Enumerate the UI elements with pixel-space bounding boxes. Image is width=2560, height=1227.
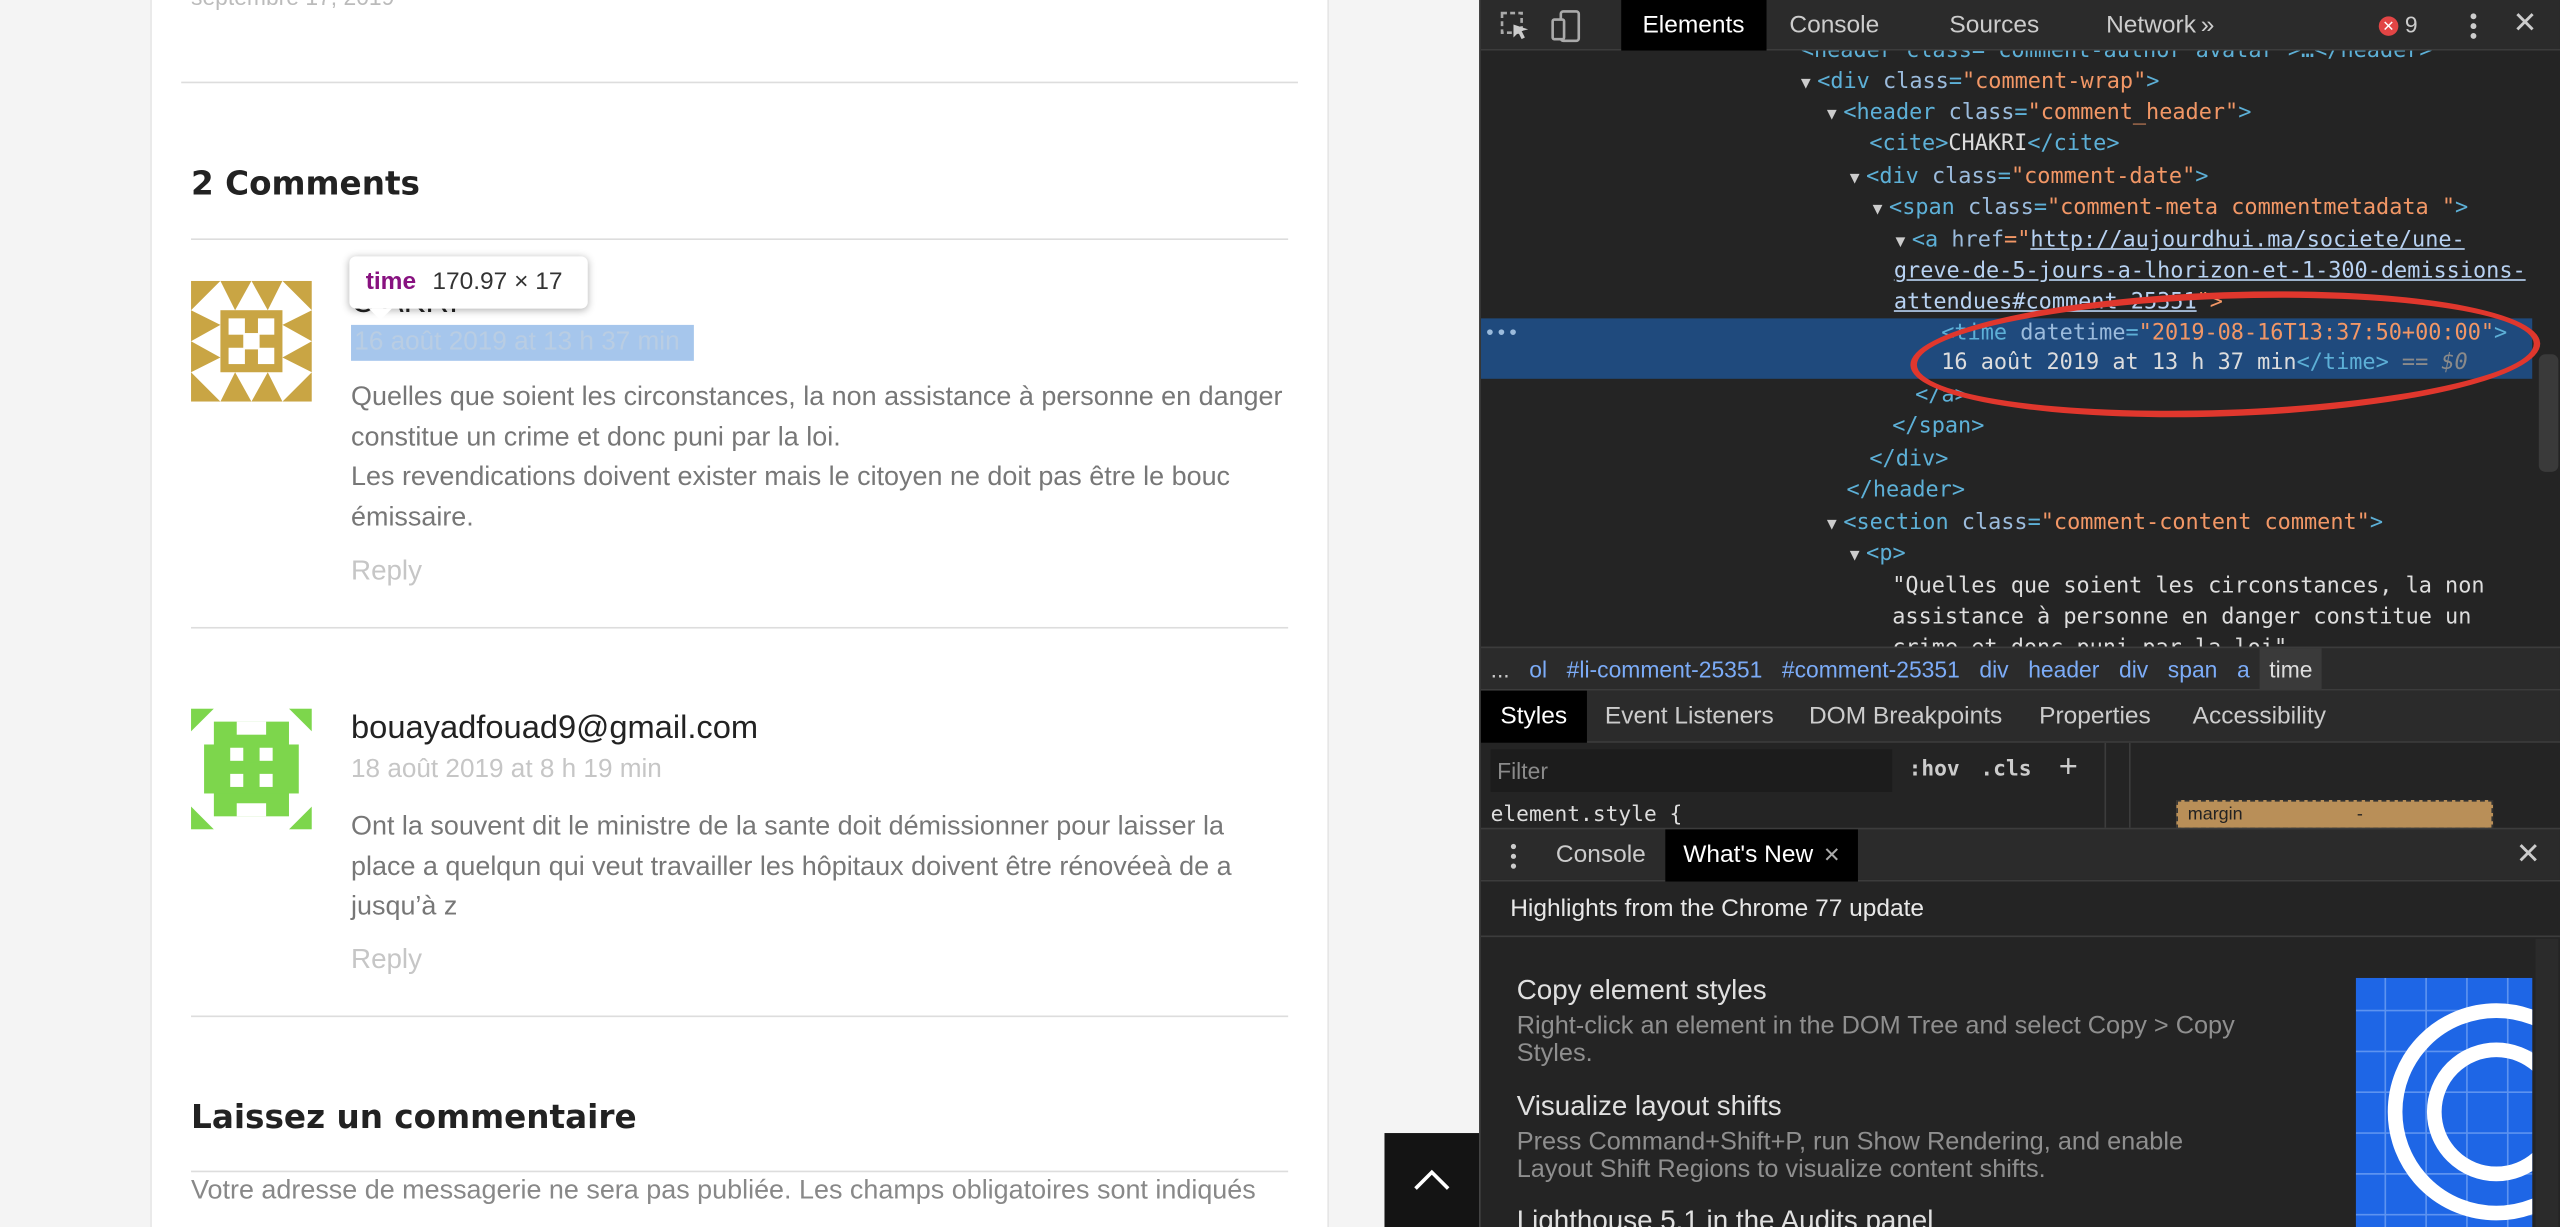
divider — [181, 81, 1298, 84]
leave-comment-title: Laissez un commentaire — [191, 1097, 637, 1137]
tooltip-size: 170.97 × 17 — [432, 267, 563, 296]
breadcrumb-item[interactable]: #li-comment-25351 — [1557, 648, 1772, 690]
dom-scrollbar[interactable] — [2538, 354, 2559, 472]
dom-node[interactable]: "Quelles que soient les circonstances, l… — [1481, 571, 2532, 603]
styles-pane: :hov .cls + element.style { margin - — [1480, 742, 2560, 830]
whats-new-item-desc: Press Command+Shift+P, run Show Renderin… — [1516, 1128, 2184, 1184]
more-options-icon[interactable] — [2464, 10, 2484, 43]
whats-new-scrollbar[interactable] — [2535, 938, 2559, 1227]
divider — [191, 238, 1289, 240]
drawer-tab-console[interactable]: Console — [1538, 829, 1664, 881]
dom-node[interactable]: ▼ <a href="http://aujourdhui.ma/societe/u… — [1481, 225, 2532, 257]
reply-link[interactable]: Reply — [351, 555, 422, 588]
drawer-menu-icon[interactable] — [1509, 842, 1519, 870]
breadcrumb-item[interactable]: div — [1970, 648, 2019, 690]
whats-new-item-desc: Right-click an element in the DOM Tree a… — [1516, 1012, 2235, 1068]
comment-date-highlighted[interactable]: 16 août 2019 at 13 h 37 min — [351, 324, 694, 361]
dom-node[interactable]: greve-de-5-jours-a-lhorizon-et-1-300-dem… — [1481, 256, 2532, 288]
article-card: septembre 17, 2019 2 Comments — [150, 0, 1329, 1227]
close-devtools-button[interactable]: ✕ — [2513, 7, 2538, 41]
devtools-panel: Elements Console Sources Network » ✕ 9 ✕ … — [1479, 0, 2560, 1227]
class-toggle[interactable]: .cls — [1980, 758, 2031, 782]
divider — [191, 1170, 1289, 1173]
dom-node[interactable]: <cite>CHAKRI</cite> — [1481, 129, 2532, 161]
drawer-tab-label: What's New — [1683, 840, 1814, 869]
pane-splitter[interactable] — [2104, 742, 2131, 828]
drawer-tab-whats-new[interactable]: What's New ✕ — [1665, 829, 1859, 882]
whats-new-content: Copy element styles Right-click an eleme… — [1480, 938, 2560, 1227]
node-actions-ellipsis[interactable]: ••• — [1484, 322, 1519, 345]
device-toolbar-icon[interactable] — [1549, 10, 1582, 43]
comments-title: 2 Comments — [191, 163, 420, 203]
tab-elements[interactable]: Elements — [1621, 0, 1766, 51]
new-style-rule-button[interactable]: + — [2059, 749, 2078, 787]
error-icon: ✕ — [2378, 16, 2399, 37]
tab-dom-breakpoints[interactable]: DOM Breakpoints — [1789, 691, 2021, 743]
divider — [191, 1015, 1289, 1018]
avatar-identicon — [191, 280, 312, 402]
close-drawer-button[interactable]: ✕ — [2516, 838, 2541, 872]
dom-node[interactable]: ▼ <header class="comment_header"> — [1481, 98, 2532, 130]
tab-properties[interactable]: Properties — [2020, 691, 2171, 743]
tab-styles[interactable]: Styles — [1480, 690, 1587, 743]
leave-comment-notice: Votre adresse de messagerie ne sera pas … — [191, 1175, 1256, 1205]
divider — [191, 626, 1289, 629]
error-count[interactable]: ✕ 9 — [2378, 0, 2418, 51]
dom-node[interactable]: </header> — [1481, 475, 2532, 507]
comment-author[interactable]: bouayadfouad9@gmail.com — [351, 710, 758, 748]
avatar-identicon — [191, 708, 312, 830]
dom-node[interactable]: crime et donc puni par la loi" — [1481, 633, 2532, 647]
whats-new-thumbnail — [2355, 977, 2533, 1227]
box-model-margin-value: - — [2356, 804, 2363, 825]
whats-new-header: Highlights from the Chrome 77 update — [1480, 881, 2560, 938]
dom-node[interactable]: ▼ <span class="comment-meta commentmetada… — [1481, 193, 2532, 225]
dom-node[interactable]: </div> — [1481, 444, 2532, 476]
box-model-diagram: margin - — [2176, 799, 2494, 830]
previous-post-date: septembre 17, 2019 — [191, 0, 394, 10]
breadcrumb-item[interactable]: span — [2158, 648, 2227, 690]
dom-node[interactable]: </span> — [1481, 411, 2532, 443]
drawer-tabbar: Console What's New ✕ ✕ — [1480, 827, 2560, 882]
styles-subtabs: Styles Event Listeners DOM Breakpoints P… — [1480, 690, 2560, 743]
breadcrumb: ... ol #li-comment-25351 #comment-25351 div h… — [1480, 646, 2560, 691]
whats-new-item-title[interactable]: Copy element styles — [1517, 975, 1767, 1008]
tab-console[interactable]: Console — [1768, 0, 1900, 51]
box-model-margin-label: margin — [2187, 804, 2243, 825]
breadcrumb-item[interactable]: ... — [1481, 648, 1520, 690]
scroll-to-top-button[interactable] — [1384, 1133, 1480, 1227]
whats-new-item-title[interactable]: Visualize layout shifts — [1517, 1091, 1782, 1124]
element-inspect-tooltip: time 170.97 × 17 — [349, 256, 588, 320]
tooltip-tag: time — [365, 267, 417, 296]
dom-node[interactable]: ▼ <div class="comment-wrap"> — [1481, 67, 2532, 99]
devtools-tabbar: Elements Console Sources Network » ✕ 9 ✕ — [1480, 0, 2560, 51]
comment-date[interactable]: 18 août 2019 at 8 h 19 min — [351, 756, 662, 785]
close-tab-icon[interactable]: ✕ — [1823, 842, 1841, 866]
breadcrumb-item[interactable]: a — [2227, 648, 2259, 690]
more-tabs-button[interactable]: » — [2180, 0, 2236, 51]
breadcrumb-item[interactable]: div — [2109, 648, 2158, 690]
dom-node[interactable]: <header class="comment-author avatar">…<… — [1481, 51, 2532, 68]
tab-accessibility[interactable]: Accessibility — [2173, 691, 2346, 743]
element-style-rule[interactable]: element.style { — [1491, 803, 1683, 827]
comment-text: Quelles que soient les circonstances, la… — [351, 382, 1283, 532]
dom-node[interactable]: ▼ <section class="comment-content comment… — [1481, 508, 2532, 540]
breadcrumb-item-current[interactable]: time — [2259, 648, 2323, 691]
breadcrumb-item[interactable]: #comment-25351 — [1772, 648, 1969, 690]
styles-filter-input[interactable] — [1490, 749, 1893, 792]
error-count-value: 9 — [2404, 11, 2418, 38]
web-page: septembre 17, 2019 2 Comments — [0, 0, 1480, 1227]
breadcrumb-item[interactable]: ol — [1519, 648, 1556, 690]
dom-node[interactable]: ▼ <div class="comment-date"> — [1481, 162, 2532, 194]
breadcrumb-item[interactable]: header — [2018, 648, 2109, 690]
tab-sources[interactable]: Sources — [1928, 0, 2060, 51]
dom-node[interactable]: ▼ <p> — [1481, 539, 2532, 571]
inspect-element-icon[interactable] — [1499, 10, 1532, 43]
tab-event-listeners[interactable]: Event Listeners — [1585, 691, 1793, 743]
chevron-up-icon — [1414, 1169, 1450, 1190]
whats-new-item-title[interactable]: Lighthouse 5.1 in the Audits panel — [1517, 1205, 1934, 1227]
dom-node[interactable]: assistance à personne en danger constitu… — [1481, 602, 2532, 634]
reply-link[interactable]: Reply — [351, 944, 422, 977]
comment-text: Ont la souvent dit le ministre de la san… — [351, 811, 1232, 921]
hover-state-toggle[interactable]: :hov — [1909, 758, 1960, 782]
